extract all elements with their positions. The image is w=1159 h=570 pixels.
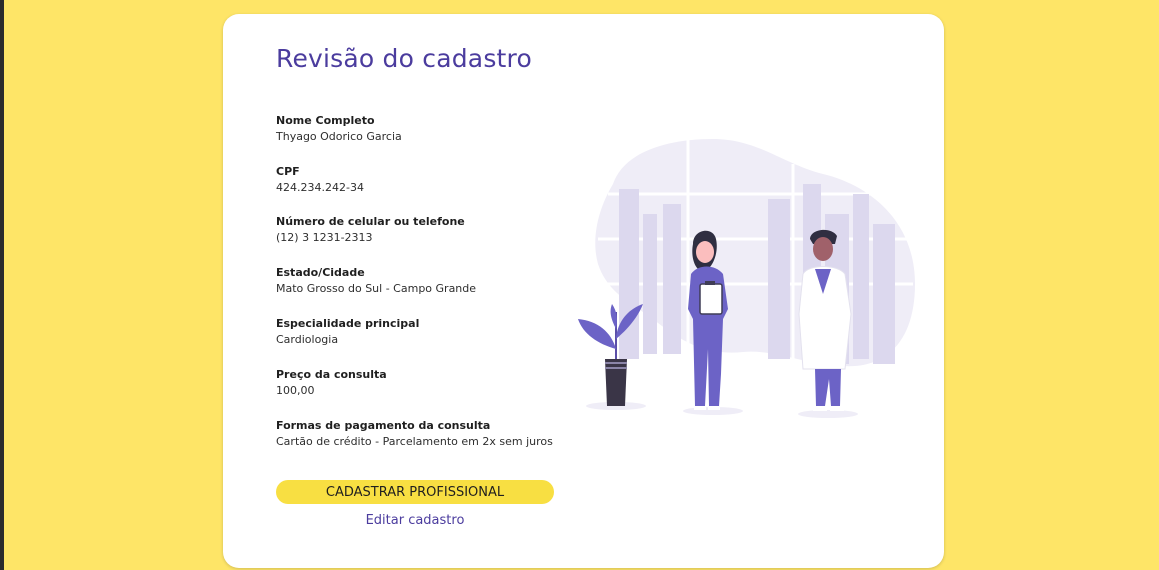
field-value: Mato Grosso do Sul - Campo Grande: [276, 282, 477, 295]
field-value: Cardiologia: [276, 333, 339, 346]
field-label: Número de celular ou telefone: [276, 215, 465, 228]
doctors-illustration-icon: [578, 139, 915, 418]
field-specialty: Especialidade principal Cardiologia: [276, 316, 576, 348]
field-value: 424.234.242-34: [276, 181, 364, 194]
field-label: Especialidade principal: [276, 317, 420, 330]
field-phone: Número de celular ou telefone (12) 3 123…: [276, 214, 576, 246]
field-value: Thyago Odorico Garcia: [276, 130, 402, 143]
field-label: CPF: [276, 165, 300, 178]
field-price: Preço da consulta 100,00: [276, 367, 576, 399]
field-label: Estado/Cidade: [276, 266, 365, 279]
field-label: Formas de pagamento da consulta: [276, 419, 491, 432]
review-card: Revisão do cadastro Nome Completo Thyago…: [223, 14, 944, 568]
field-label: Nome Completo: [276, 114, 375, 127]
window-edge: [0, 0, 4, 570]
field-value: 100,00: [276, 384, 315, 397]
field-full-name: Nome Completo Thyago Odorico Garcia: [276, 113, 576, 145]
field-value: (12) 3 1231-2313: [276, 231, 373, 244]
field-payment-methods: Formas de pagamento da consulta Cartão d…: [276, 418, 576, 450]
edit-registration-link[interactable]: Editar cadastro: [276, 513, 554, 528]
field-cpf: CPF 424.234.242-34: [276, 164, 576, 196]
field-state-city: Estado/Cidade Mato Grosso do Sul - Campo…: [276, 265, 576, 297]
field-label: Preço da consulta: [276, 368, 387, 381]
register-professional-button[interactable]: CADASTRAR PROFISSIONAL: [276, 480, 554, 504]
page-title: Revisão do cadastro: [276, 44, 532, 73]
field-value: Cartão de crédito - Parcelamento em 2x s…: [276, 435, 553, 448]
